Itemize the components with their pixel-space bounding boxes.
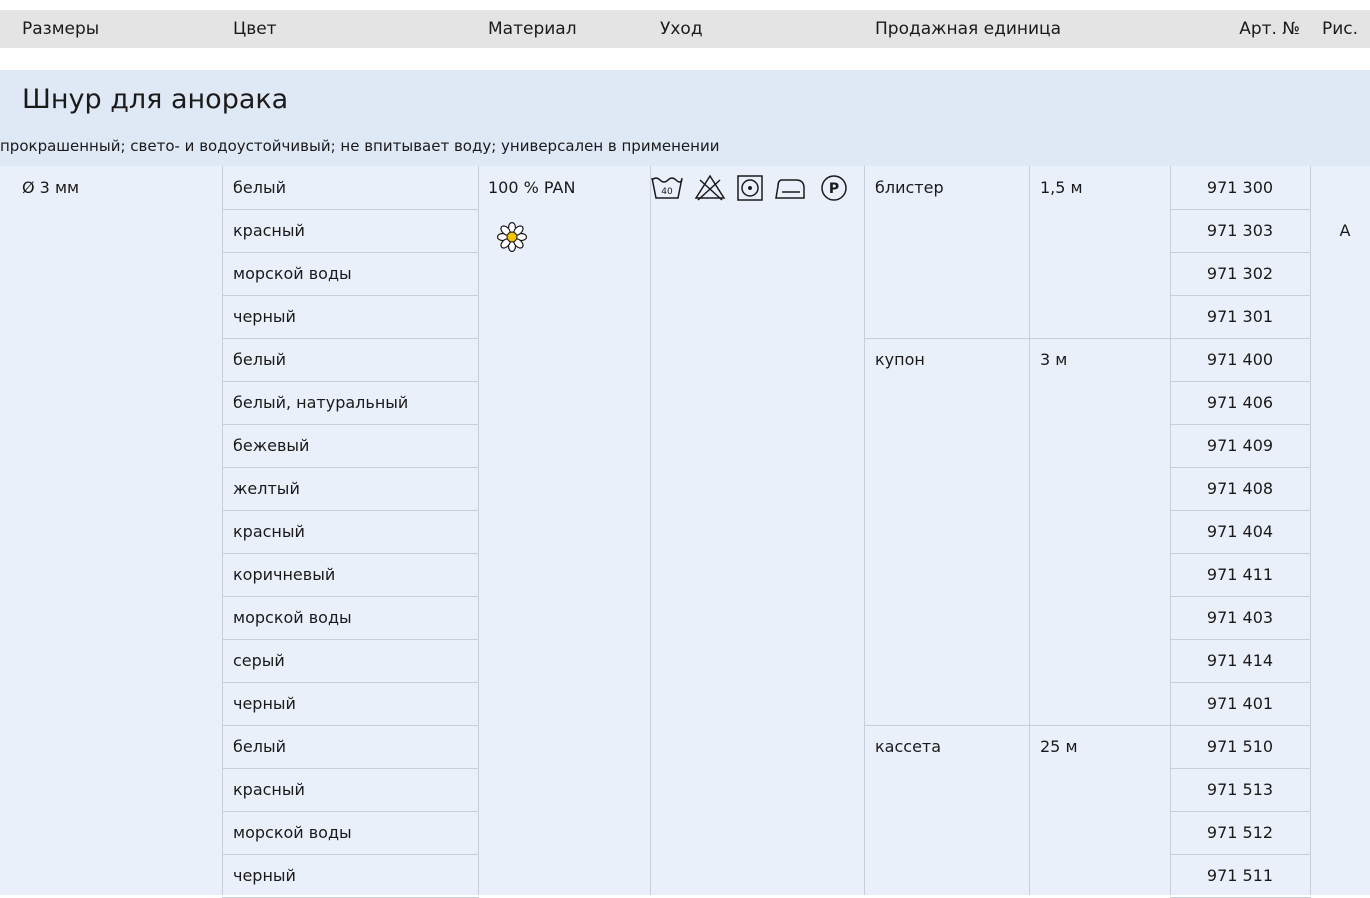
header-care: Уход: [660, 19, 703, 39]
table-row: красный 971 303: [0, 209, 1370, 252]
color-cell: белый: [233, 350, 286, 369]
color-cell: желтый: [233, 479, 300, 498]
color-cell: белый: [233, 737, 286, 756]
table-row: красный 971 404: [0, 510, 1370, 553]
table-row: черный 971 511: [0, 854, 1370, 897]
art-no-cell: 971 301: [1206, 307, 1274, 326]
color-cell: черный: [233, 866, 296, 885]
length-cell: 3 м: [1040, 350, 1068, 369]
color-cell: черный: [233, 694, 296, 713]
art-no-cell: 971 411: [1206, 565, 1274, 584]
sales-unit-cell: блистер: [875, 178, 944, 197]
color-cell: бежевый: [233, 436, 310, 455]
art-no-cell: 971 408: [1206, 479, 1274, 498]
table-row: морской воды 971 403: [0, 596, 1370, 639]
header-material: Материал: [488, 19, 577, 39]
color-cell: морской воды: [233, 823, 352, 842]
table-row: желтый 971 408: [0, 467, 1370, 510]
product-description: прокрашенный; свето- и водоустойчивый; н…: [0, 137, 720, 155]
color-cell: черный: [233, 307, 296, 326]
color-cell: красный: [233, 780, 305, 799]
table-header: Размеры Цвет Материал Уход Продажная еди…: [0, 10, 1370, 48]
product-table: Ø 3 мм 100 % PAN 40 P A белый блистер 1,…: [0, 166, 1370, 898]
art-no-cell: 971 300: [1206, 178, 1274, 197]
art-no-cell: 971 303: [1206, 221, 1274, 240]
table-row: красный 971 513: [0, 768, 1370, 811]
header-sizes: Размеры: [22, 19, 100, 39]
table-row: белый, натуральный 971 406: [0, 381, 1370, 424]
art-no-cell: 971 510: [1206, 737, 1274, 756]
table-row: белый блистер 1,5 м 971 300: [0, 166, 1370, 209]
header-fig: Рис.: [1322, 19, 1359, 39]
art-no-cell: 971 511: [1206, 866, 1274, 885]
color-cell: белый: [233, 178, 286, 197]
art-no-cell: 971 404: [1206, 522, 1274, 541]
color-cell: белый, натуральный: [233, 393, 409, 412]
header-color: Цвет: [233, 19, 277, 39]
art-no-cell: 971 513: [1206, 780, 1274, 799]
table-row: белый купон 3 м 971 400: [0, 338, 1370, 381]
table-row: белый кассета 25 м 971 510: [0, 725, 1370, 768]
length-cell: 25 м: [1040, 737, 1078, 756]
table-row: морской воды 971 512: [0, 811, 1370, 854]
art-no-cell: 971 409: [1206, 436, 1274, 455]
table-row: черный 971 401: [0, 682, 1370, 725]
art-no-cell: 971 512: [1206, 823, 1274, 842]
art-no-cell: 971 414: [1206, 651, 1274, 670]
group-separator: [864, 338, 1170, 339]
color-cell: красный: [233, 221, 305, 240]
table-row: коричневый 971 411: [0, 553, 1370, 596]
table-row: бежевый 971 409: [0, 424, 1370, 467]
header-sales-unit: Продажная единица: [875, 19, 1062, 39]
sales-unit-cell: купон: [875, 350, 925, 369]
table-row: серый 971 414: [0, 639, 1370, 682]
color-cell: морской воды: [233, 608, 352, 627]
art-no-cell: 971 406: [1206, 393, 1274, 412]
group-separator: [864, 725, 1170, 726]
page-title: Шнур для анорака: [22, 84, 289, 115]
art-no-cell: 971 403: [1206, 608, 1274, 627]
color-cell: красный: [233, 522, 305, 541]
art-no-cell: 971 302: [1206, 264, 1274, 283]
sales-unit-cell: кассета: [875, 737, 942, 756]
art-no-cell: 971 400: [1206, 350, 1274, 369]
table-row: черный 971 301: [0, 295, 1370, 338]
header-art-no: Арт. №: [1239, 19, 1300, 39]
table-row: морской воды 971 302: [0, 252, 1370, 295]
color-cell: серый: [233, 651, 285, 670]
color-cell: коричневый: [233, 565, 336, 584]
art-no-cell: 971 401: [1206, 694, 1274, 713]
color-cell: морской воды: [233, 264, 352, 283]
length-cell: 1,5 м: [1040, 178, 1083, 197]
product-header: Шнур для анорака прокрашенный; свето- и …: [0, 70, 1370, 166]
